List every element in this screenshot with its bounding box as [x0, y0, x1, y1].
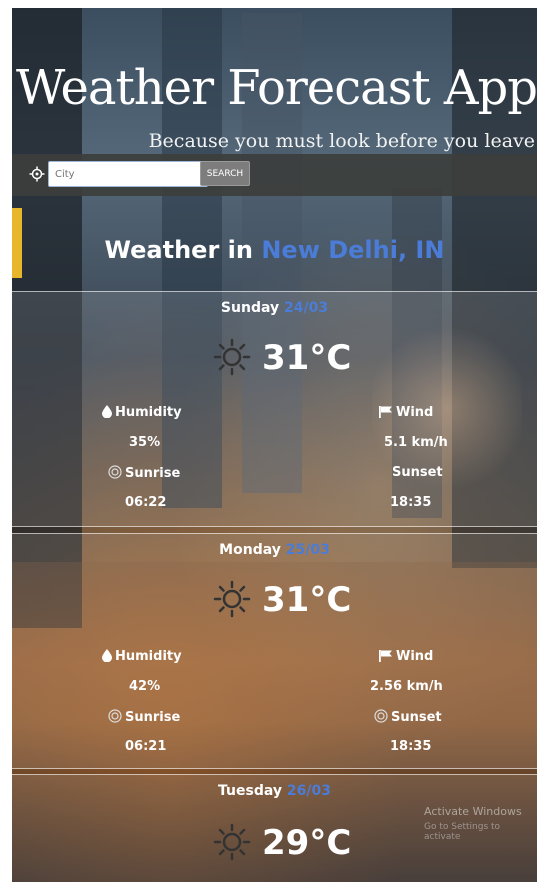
- sunrise-icon: [108, 465, 122, 479]
- sunrise-value: 06:22: [125, 495, 167, 510]
- flag-icon: [379, 650, 392, 662]
- sunset-label: Sunset: [392, 465, 443, 480]
- search-bar: SEARCH: [12, 154, 537, 196]
- day-date: 24/03: [283, 300, 329, 316]
- sun-icon: [213, 580, 251, 618]
- sun-icon: [213, 823, 251, 861]
- sunset-value: 18:35: [390, 739, 432, 754]
- sunrise-label: Sunrise: [108, 465, 180, 481]
- day-name: Tuesday: [218, 783, 283, 799]
- sun-icon: [213, 338, 251, 376]
- droplet-icon: [102, 405, 112, 418]
- crosshair-icon[interactable]: [29, 166, 45, 182]
- wind-label: Wind: [379, 649, 433, 664]
- humidity-label: Humidity: [102, 405, 182, 420]
- sunrise-icon: [108, 709, 122, 723]
- city-search-input[interactable]: [48, 161, 208, 187]
- temperature: 31°C: [262, 580, 352, 620]
- os-activation-watermark: Activate Windows: [424, 805, 522, 818]
- day-date: 25/03: [285, 542, 330, 558]
- droplet-icon: [102, 649, 112, 662]
- flag-icon: [379, 406, 392, 418]
- search-button[interactable]: SEARCH: [200, 161, 250, 186]
- sunset-icon: [374, 709, 388, 723]
- humidity-value: 35%: [129, 435, 161, 450]
- location-heading: Weather in New Delhi, IN: [12, 236, 537, 264]
- app-subtitle: Because you must look before you leave: [148, 130, 535, 152]
- location-prefix: Weather in: [104, 236, 253, 264]
- day-date: 26/03: [286, 783, 331, 799]
- sunset-label: Sunset: [374, 709, 442, 725]
- sunrise-value: 06:21: [125, 739, 167, 754]
- location-place: New Delhi, IN: [261, 236, 445, 264]
- temperature: 29°C: [262, 823, 352, 863]
- sunset-value: 18:35: [390, 495, 432, 510]
- humidity-label: Humidity: [102, 649, 182, 664]
- forecast-day: Monday 25/03: [12, 542, 537, 558]
- humidity-value: 42%: [129, 679, 161, 694]
- app-title: Weather Forecast App: [16, 60, 537, 116]
- forecast-day: Tuesday 26/03: [12, 783, 537, 799]
- wind-value: 2.56 km/h: [370, 679, 443, 694]
- wind-label: Wind: [379, 405, 433, 420]
- sunrise-label: Sunrise: [108, 709, 180, 725]
- os-activation-hint: Go to Settings to activate: [424, 822, 501, 842]
- forecast-day: Sunday 24/03: [12, 300, 537, 316]
- day-name: Monday: [219, 542, 281, 558]
- wind-value: 5.1 km/h: [384, 435, 448, 450]
- forecast-card: Monday 25/03 31°C Humidity 42% Wind 2.56…: [12, 533, 537, 769]
- temperature: 31°C: [262, 338, 352, 378]
- app-background: Weather Forecast App Because you must lo…: [12, 8, 537, 882]
- forecast-card: Sunday 24/03 31°C Humidity 35% Wind 5.1 …: [12, 291, 537, 527]
- day-name: Sunday: [220, 300, 280, 316]
